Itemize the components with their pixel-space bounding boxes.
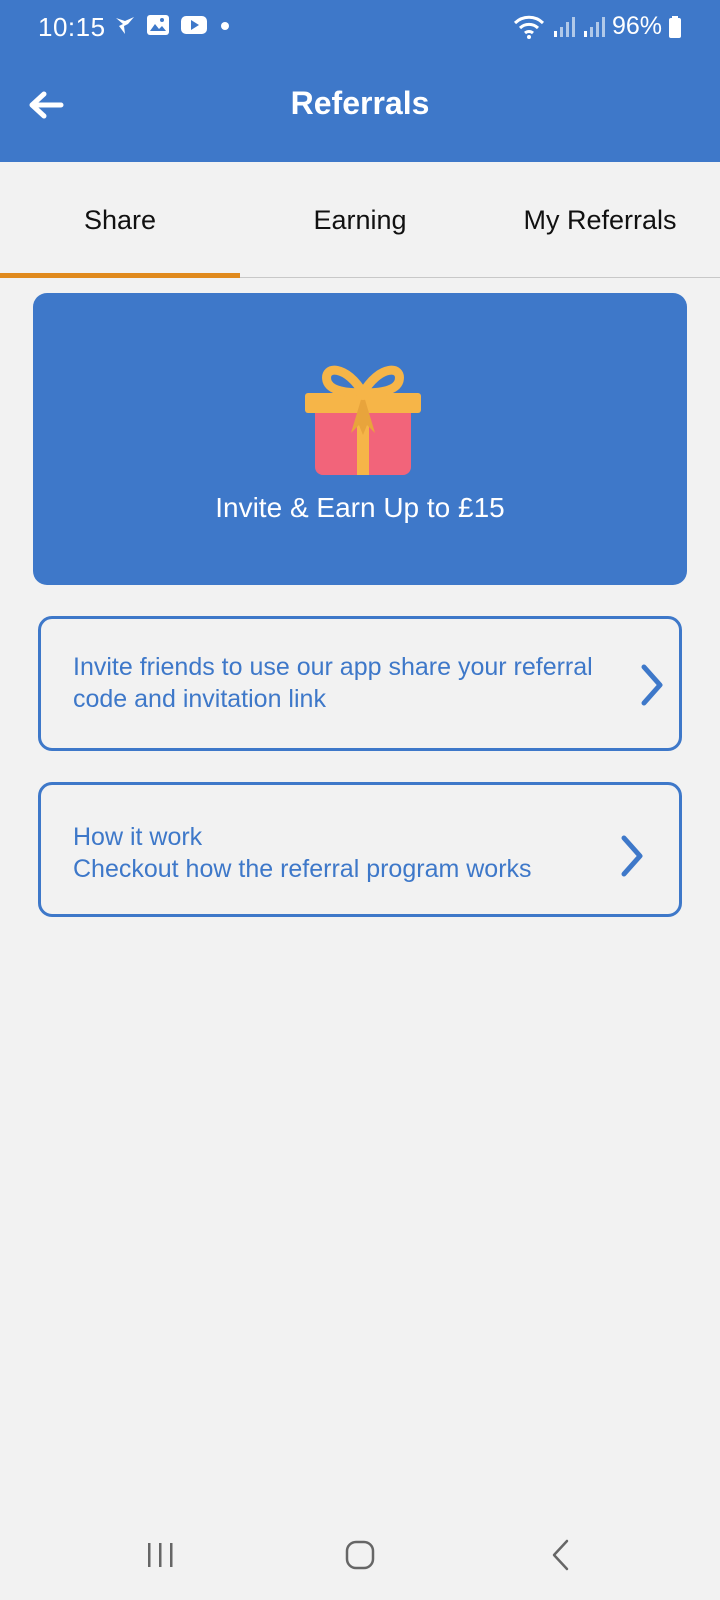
status-system-icons: 96% xyxy=(512,12,682,41)
gift-icon xyxy=(305,365,421,475)
tab-share[interactable]: Share xyxy=(0,162,240,278)
invite-friends-line-2: code and invitation link xyxy=(73,685,326,713)
active-tab-indicator xyxy=(0,273,240,278)
status-time: 10:15 xyxy=(38,12,106,42)
invite-friends-card[interactable]: Invite friends to use our app share your… xyxy=(38,616,682,751)
youtube-icon xyxy=(181,16,207,34)
tab-earning[interactable]: Earning xyxy=(240,162,480,278)
how-it-works-text: How it work Checkout how the referral pr… xyxy=(73,821,613,885)
image-icon xyxy=(147,15,169,35)
how-it-works-card[interactable]: How it work Checkout how the referral pr… xyxy=(38,782,682,917)
dot-icon xyxy=(221,22,229,30)
signal-icon xyxy=(583,16,605,37)
system-nav-bar xyxy=(0,1510,720,1600)
home-icon xyxy=(345,1540,375,1570)
tab-share-label: Share xyxy=(83,204,157,235)
invite-friends-text: Invite friends to use our app share your… xyxy=(73,651,613,715)
home-button[interactable] xyxy=(330,1530,390,1580)
status-notification-icons xyxy=(114,14,232,36)
system-back-button[interactable] xyxy=(532,1530,592,1580)
back-icon xyxy=(552,1539,569,1571)
battery-icon xyxy=(669,15,681,38)
status-bar: 10:15 96% xyxy=(0,0,720,55)
signal-icon xyxy=(553,16,575,37)
invite-banner-text: Invite & Earn Up to £15 xyxy=(215,492,505,523)
tab-earning-label: Earning xyxy=(313,204,407,235)
invite-friends-line-1: Invite friends to use our app share your… xyxy=(73,653,593,681)
wifi-icon xyxy=(513,15,545,39)
battery-percent: 96% xyxy=(611,12,662,40)
how-it-works-line-1: How it work xyxy=(73,823,203,851)
chevron-right-icon xyxy=(641,664,663,706)
invite-banner: Invite & Earn Up to £15 xyxy=(33,293,687,585)
tab-my-referrals[interactable]: My Referrals xyxy=(480,162,720,278)
wifi-calling-icon xyxy=(116,17,134,34)
tab-my-referrals-label: My Referrals xyxy=(523,204,677,235)
tab-bar: Share Earning My Referrals xyxy=(0,162,720,278)
recent-apps-button[interactable] xyxy=(130,1530,190,1580)
app-bar: Referrals xyxy=(0,55,720,162)
how-it-works-line-2: Checkout how the referral program works xyxy=(73,855,532,883)
chevron-right-icon xyxy=(621,835,643,877)
recent-apps-icon xyxy=(148,1543,173,1567)
page-title: Referrals xyxy=(290,85,430,121)
